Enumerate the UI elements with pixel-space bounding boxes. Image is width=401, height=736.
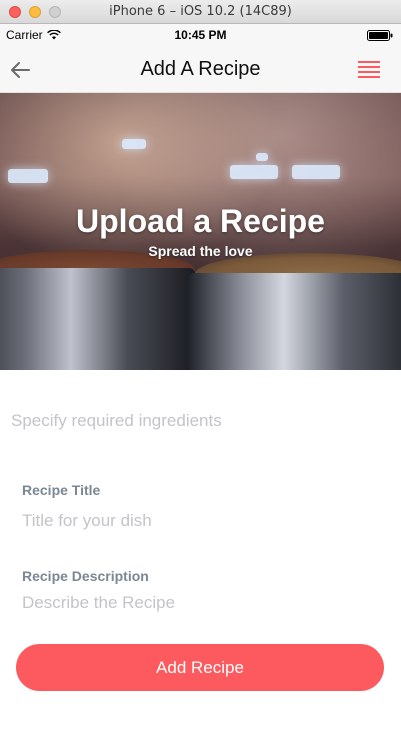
hero-subtitle: Spread the love: [148, 243, 253, 259]
hamburger-menu-icon: [358, 61, 380, 78]
simulator-title-bar: iPhone 6 – iOS 10.2 (14C89): [0, 0, 401, 24]
hero-title: Upload a Recipe: [76, 203, 325, 239]
recipe-description-input[interactable]: [22, 592, 377, 614]
hero-banner: Upload a Recipe Spread the love: [0, 93, 401, 370]
hero-light-decoration: [122, 139, 146, 149]
hero-light-decoration: [256, 153, 268, 161]
recipe-title-input[interactable]: [22, 510, 377, 532]
status-time: 10:45 PM: [174, 28, 227, 42]
status-bar: Carrier 10:45 PM: [0, 24, 401, 46]
navigation-bar: Add A Recipe: [0, 46, 401, 93]
battery-icon: [367, 30, 393, 41]
recipe-description-label: Recipe Description: [22, 568, 149, 584]
window-title: iPhone 6 – iOS 10.2 (14C89): [109, 4, 292, 19]
cooking-pot-image: [188, 273, 401, 370]
cooking-pot-image: [0, 268, 195, 370]
ingredients-input[interactable]: [11, 410, 381, 432]
page-title: Add A Recipe: [140, 58, 261, 80]
add-recipe-button[interactable]: Add Recipe: [16, 644, 384, 691]
hero-light-decoration: [230, 165, 278, 179]
menu-button[interactable]: [355, 58, 383, 80]
hero-light-decoration: [8, 169, 48, 183]
recipe-title-label: Recipe Title: [22, 482, 101, 498]
hero-light-decoration: [292, 165, 340, 179]
